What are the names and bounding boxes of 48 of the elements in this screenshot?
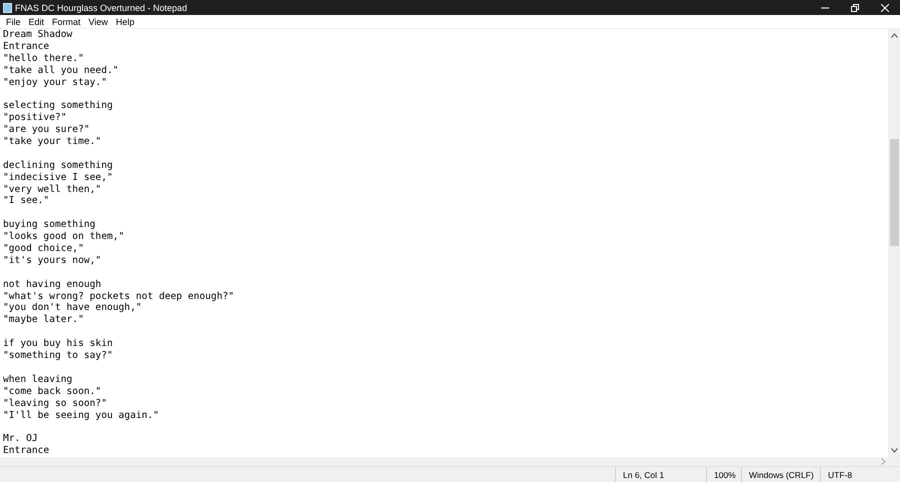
text-line: "positive?" — [3, 112, 67, 124]
text-line: "indecisive I see," — [3, 172, 113, 184]
cursor-position: Ln 6, Col 1 — [615, 467, 706, 482]
menu-item[interactable]: Help — [112, 16, 138, 26]
encoding: UTF-8 — [820, 467, 898, 482]
line-ending: Windows (CRLF) — [741, 467, 820, 482]
text-line: "maybe later." — [3, 314, 84, 326]
text-line: if you buy his skin — [3, 338, 113, 350]
horizontal-scrollbar[interactable] — [0, 457, 900, 466]
text-line: Dream Shadow — [3, 29, 72, 41]
text-line: "are you sure?" — [3, 124, 90, 136]
text-line: not having enough — [3, 278, 102, 291]
text-line: buying something — [3, 219, 96, 232]
text-line: "enjoy your stay." — [3, 76, 107, 88]
text-line: declining something — [3, 160, 113, 172]
close-icon — [881, 4, 889, 12]
menu-item[interactable]: File — [2, 16, 25, 26]
text-line: "something to say?" — [3, 350, 113, 362]
scrollbar-thumb[interactable] — [890, 139, 898, 246]
text-line: Mr. OJ — [3, 433, 38, 446]
menu-item[interactable]: Format — [48, 16, 85, 26]
text-line: when leaving — [3, 374, 72, 386]
menu-item[interactable]: View — [84, 16, 112, 26]
scroll-up-icon[interactable] — [890, 33, 898, 38]
menu-item[interactable]: Edit — [24, 16, 48, 26]
text-line: "take your time." — [3, 136, 102, 148]
text-line: Entrance — [3, 445, 50, 457]
text-line: "leaving so soon?" — [3, 398, 107, 410]
text-line: "good choice," — [3, 243, 84, 255]
text-line: "hello there." — [3, 52, 84, 65]
text-line: "it's yours now," — [3, 254, 102, 267]
text-line: "take all you need." — [3, 64, 119, 77]
text-line: selecting something — [3, 100, 113, 112]
text-line: "I'll be seeing you again." — [3, 410, 159, 422]
scroll-right-icon[interactable] — [881, 458, 886, 465]
window-title: FNAS DC Hourglass Overturned - Notepad — [15, 2, 188, 12]
text-line: "what's wrong? pockets not deep enough?" — [3, 290, 234, 302]
notepad-icon — [3, 2, 12, 12]
vertical-scrollbar[interactable] — [888, 29, 900, 457]
text-line: "very well then," — [3, 184, 102, 196]
text-line: "you don't have enough," — [3, 302, 142, 314]
scroll-down-icon[interactable] — [890, 448, 898, 453]
text-line: "come back soon." — [3, 386, 102, 398]
zoom-level: 100% — [706, 467, 741, 482]
text-line: "I see." — [3, 195, 50, 208]
restore-icon — [851, 4, 859, 12]
text-line: "looks good on them," — [3, 231, 124, 244]
text-line: Entrance — [3, 40, 50, 53]
